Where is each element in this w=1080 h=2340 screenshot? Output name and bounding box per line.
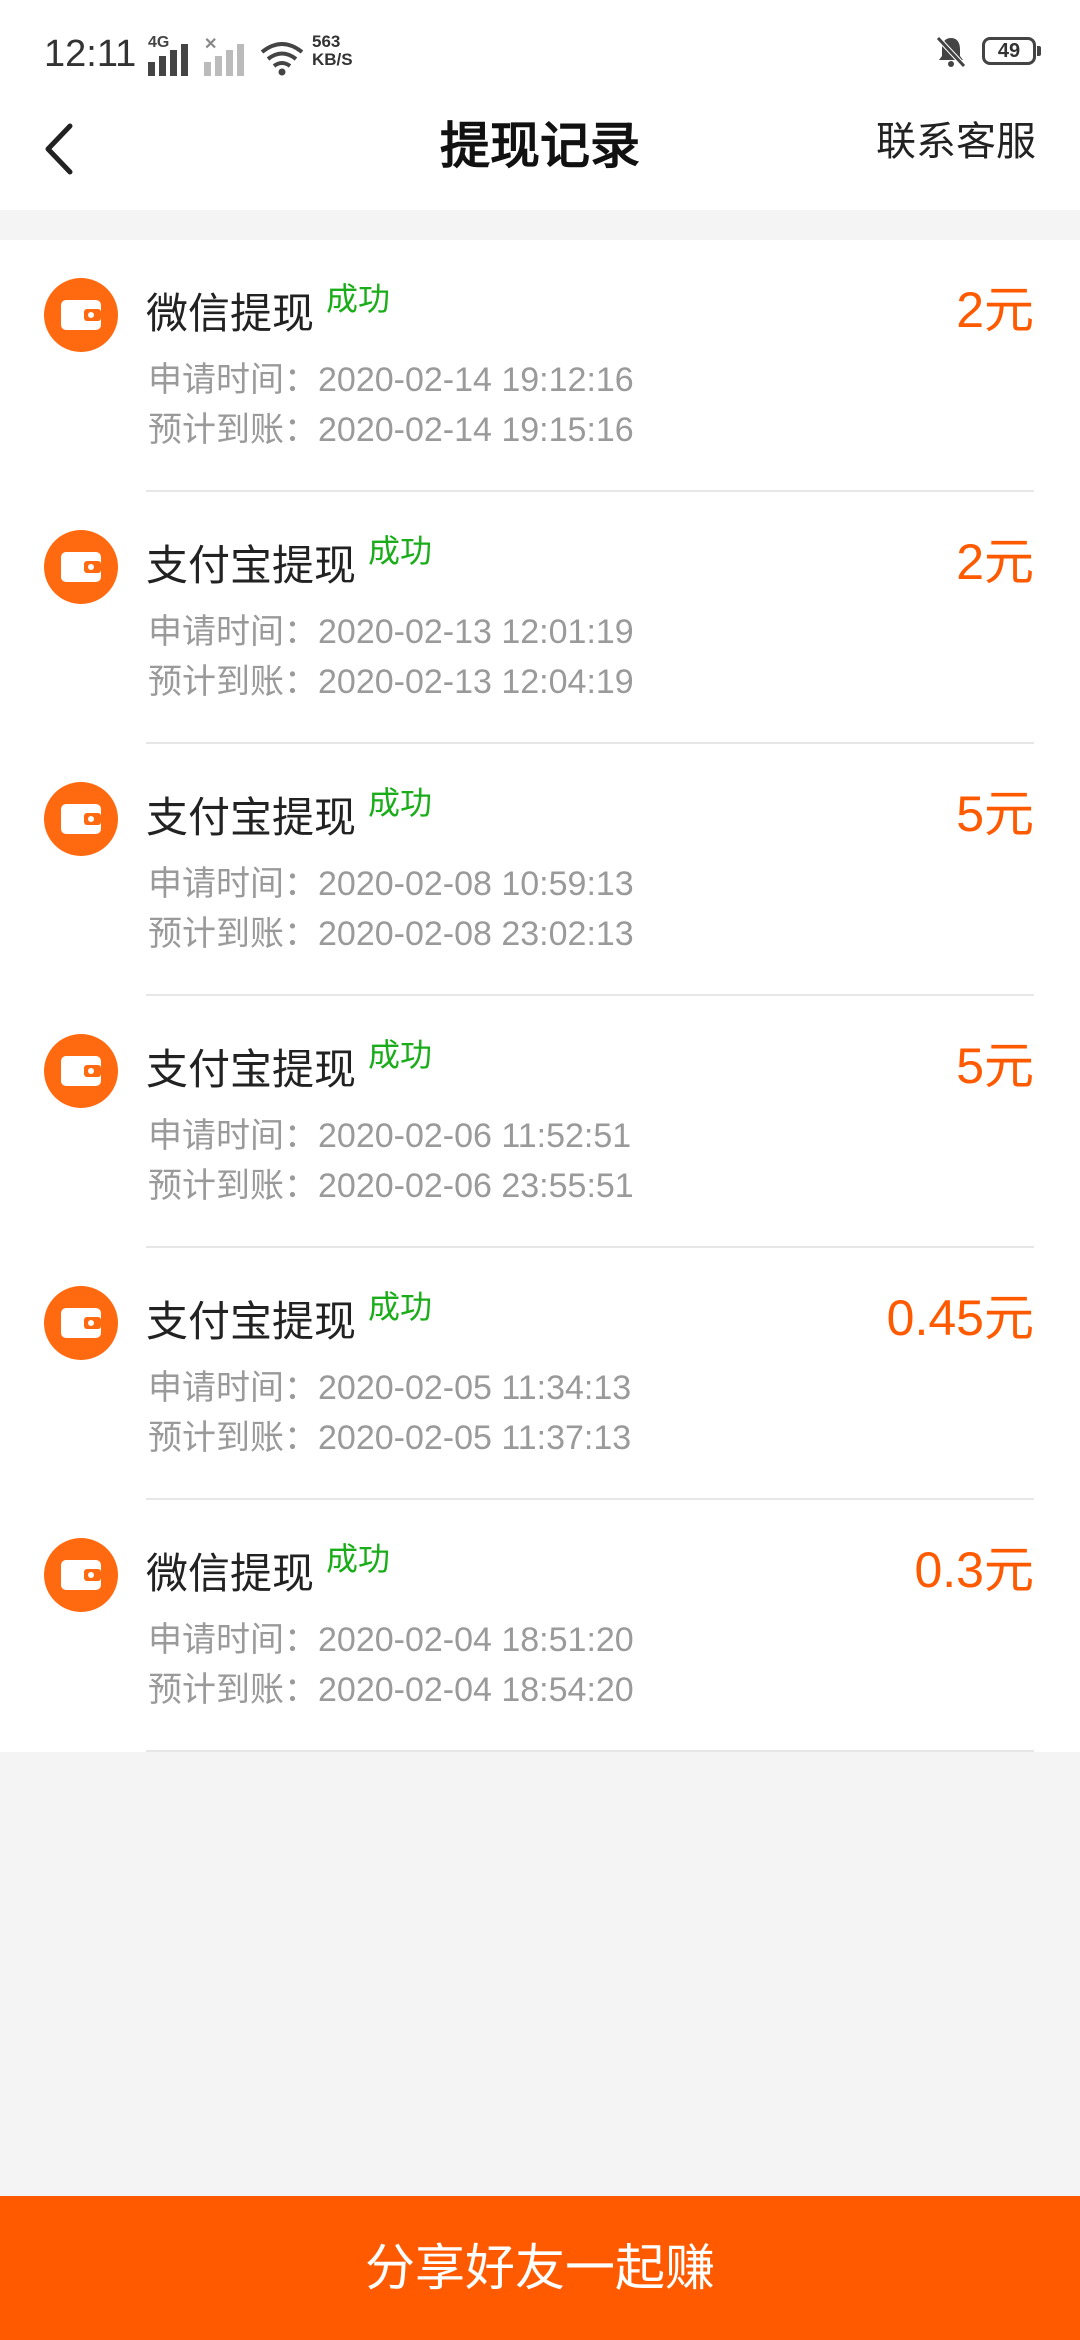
record-type: 支付宝提现 <box>146 793 357 842</box>
record-title: 支付宝提现 成功 <box>146 532 432 597</box>
record-amount: 2元 <box>956 282 1034 338</box>
apply-time-label: 申请时间： <box>148 1620 318 1660</box>
wallet-icon <box>44 530 118 604</box>
record-status-badge: 成功 <box>368 784 433 822</box>
wallet-icon <box>44 782 118 856</box>
expected-time-value: 2020-02-14 19:15:16 <box>318 411 634 449</box>
status-time: 12:11 <box>44 33 137 75</box>
record-apply-time: 申请时间：2020-02-13 12:01:19 <box>148 610 634 654</box>
record-expected-time: 预计到账：2020-02-13 12:04:19 <box>148 660 634 704</box>
apply-time-value: 2020-02-08 10:59:13 <box>318 865 634 903</box>
record-title: 微信提现 成功 <box>146 280 390 345</box>
apply-time-label: 申请时间： <box>148 612 318 652</box>
record-item[interactable]: 支付宝提现 成功 0.45元 申请时间：2020-02-05 11:34:13 预… <box>0 1248 1080 1500</box>
wallet-icon <box>44 1034 118 1108</box>
apply-time-value: 2020-02-13 12:01:19 <box>318 613 634 651</box>
expected-time-label: 预计到账： <box>148 914 318 954</box>
network-speed: 563 KB/S <box>312 33 353 69</box>
apply-time-label: 申请时间： <box>148 1116 318 1156</box>
expected-time-value: 2020-02-05 11:37:13 <box>318 1419 632 1457</box>
record-status-badge: 成功 <box>326 280 391 318</box>
expected-time-value: 2020-02-06 23:55:51 <box>318 1167 634 1205</box>
expected-time-value: 2020-02-04 18:54:20 <box>318 1671 634 1709</box>
record-type: 支付宝提现 <box>146 1045 357 1094</box>
record-apply-time: 申请时间：2020-02-06 11:52:51 <box>148 1114 631 1158</box>
record-amount: 2元 <box>956 534 1034 590</box>
record-apply-time: 申请时间：2020-02-14 19:12:16 <box>148 358 634 402</box>
record-amount: 5元 <box>956 786 1034 842</box>
contact-service-button[interactable]: 联系客服 <box>876 114 1036 170</box>
record-type: 微信提现 <box>146 289 315 338</box>
record-title: 支付宝提现 成功 <box>146 1288 432 1353</box>
record-divider <box>146 1750 1034 1752</box>
record-expected-time: 预计到账：2020-02-06 23:55:51 <box>148 1164 634 1208</box>
record-title: 支付宝提现 成功 <box>146 784 432 849</box>
record-item[interactable]: 支付宝提现 成功 5元 申请时间：2020-02-08 10:59:13 预计到账… <box>0 744 1080 996</box>
record-type: 支付宝提现 <box>146 541 357 590</box>
record-expected-time: 预计到账：2020-02-08 23:02:13 <box>148 912 634 956</box>
status-right: 49 <box>934 34 1041 68</box>
share-with-friends-button[interactable]: 分享好友一起赚 <box>0 2196 1080 2340</box>
record-status-badge: 成功 <box>326 1540 391 1578</box>
expected-time-label: 预计到账： <box>148 1418 318 1458</box>
apply-time-label: 申请时间： <box>148 1368 318 1408</box>
record-apply-time: 申请时间：2020-02-08 10:59:13 <box>148 862 634 906</box>
network-speed-unit: KB/S <box>312 50 353 69</box>
record-item[interactable]: 微信提现 成功 2元 申请时间：2020-02-14 19:12:16 预计到账：… <box>0 240 1080 492</box>
apply-time-value: 2020-02-05 11:34:13 <box>318 1369 632 1407</box>
apply-time-label: 申请时间： <box>148 864 318 904</box>
wallet-icon <box>44 278 118 352</box>
record-status-badge: 成功 <box>368 532 433 570</box>
record-type: 支付宝提现 <box>146 1297 357 1346</box>
status-bar: 12:11 4G ✕ 563 KB/S 49 <box>0 0 1080 100</box>
nav-bar: 提现记录 联系客服 <box>0 100 1080 210</box>
record-title: 支付宝提现 成功 <box>146 1036 432 1101</box>
wallet-icon <box>44 1538 118 1612</box>
withdraw-record-list: 微信提现 成功 2元 申请时间：2020-02-14 19:12:16 预计到账：… <box>0 240 1080 1752</box>
record-amount: 0.3元 <box>914 1542 1034 1598</box>
record-amount: 0.45元 <box>886 1290 1034 1346</box>
cellular-signal-2-icon: ✕ <box>204 36 250 76</box>
expected-time-value: 2020-02-08 23:02:13 <box>318 915 634 953</box>
battery-icon: 49 <box>982 37 1041 65</box>
record-item[interactable]: 支付宝提现 成功 2元 申请时间：2020-02-13 12:01:19 预计到账… <box>0 492 1080 744</box>
record-apply-time: 申请时间：2020-02-05 11:34:13 <box>148 1366 631 1410</box>
cellular-signal-icon: 4G <box>148 34 194 76</box>
record-item[interactable]: 支付宝提现 成功 5元 申请时间：2020-02-06 11:52:51 预计到账… <box>0 996 1080 1248</box>
record-status-badge: 成功 <box>368 1288 433 1326</box>
record-expected-time: 预计到账：2020-02-14 19:15:16 <box>148 408 634 452</box>
record-item[interactable]: 微信提现 成功 0.3元 申请时间：2020-02-04 18:51:20 预计到… <box>0 1500 1080 1752</box>
apply-time-value: 2020-02-14 19:12:16 <box>318 361 634 399</box>
status-icons: 4G ✕ <box>148 30 304 76</box>
expected-time-value: 2020-02-13 12:04:19 <box>318 663 634 701</box>
apply-time-value: 2020-02-04 18:51:20 <box>318 1621 634 1659</box>
network-speed-value: 563 <box>312 32 341 51</box>
wifi-icon <box>260 42 304 76</box>
record-expected-time: 预计到账：2020-02-04 18:54:20 <box>148 1668 634 1712</box>
apply-time-label: 申请时间： <box>148 360 318 400</box>
record-amount: 5元 <box>956 1038 1034 1094</box>
expected-time-label: 预计到账： <box>148 662 318 702</box>
mute-bell-icon <box>936 36 966 68</box>
expected-time-label: 预计到账： <box>148 410 318 450</box>
record-apply-time: 申请时间：2020-02-04 18:51:20 <box>148 1618 634 1662</box>
expected-time-label: 预计到账： <box>148 1670 318 1710</box>
record-type: 微信提现 <box>146 1549 315 1598</box>
record-expected-time: 预计到账：2020-02-05 11:37:13 <box>148 1416 631 1460</box>
expected-time-label: 预计到账： <box>148 1166 318 1206</box>
record-status-badge: 成功 <box>368 1036 433 1074</box>
record-title: 微信提现 成功 <box>146 1540 390 1605</box>
apply-time-value: 2020-02-06 11:52:51 <box>318 1117 632 1155</box>
wallet-icon <box>44 1286 118 1360</box>
